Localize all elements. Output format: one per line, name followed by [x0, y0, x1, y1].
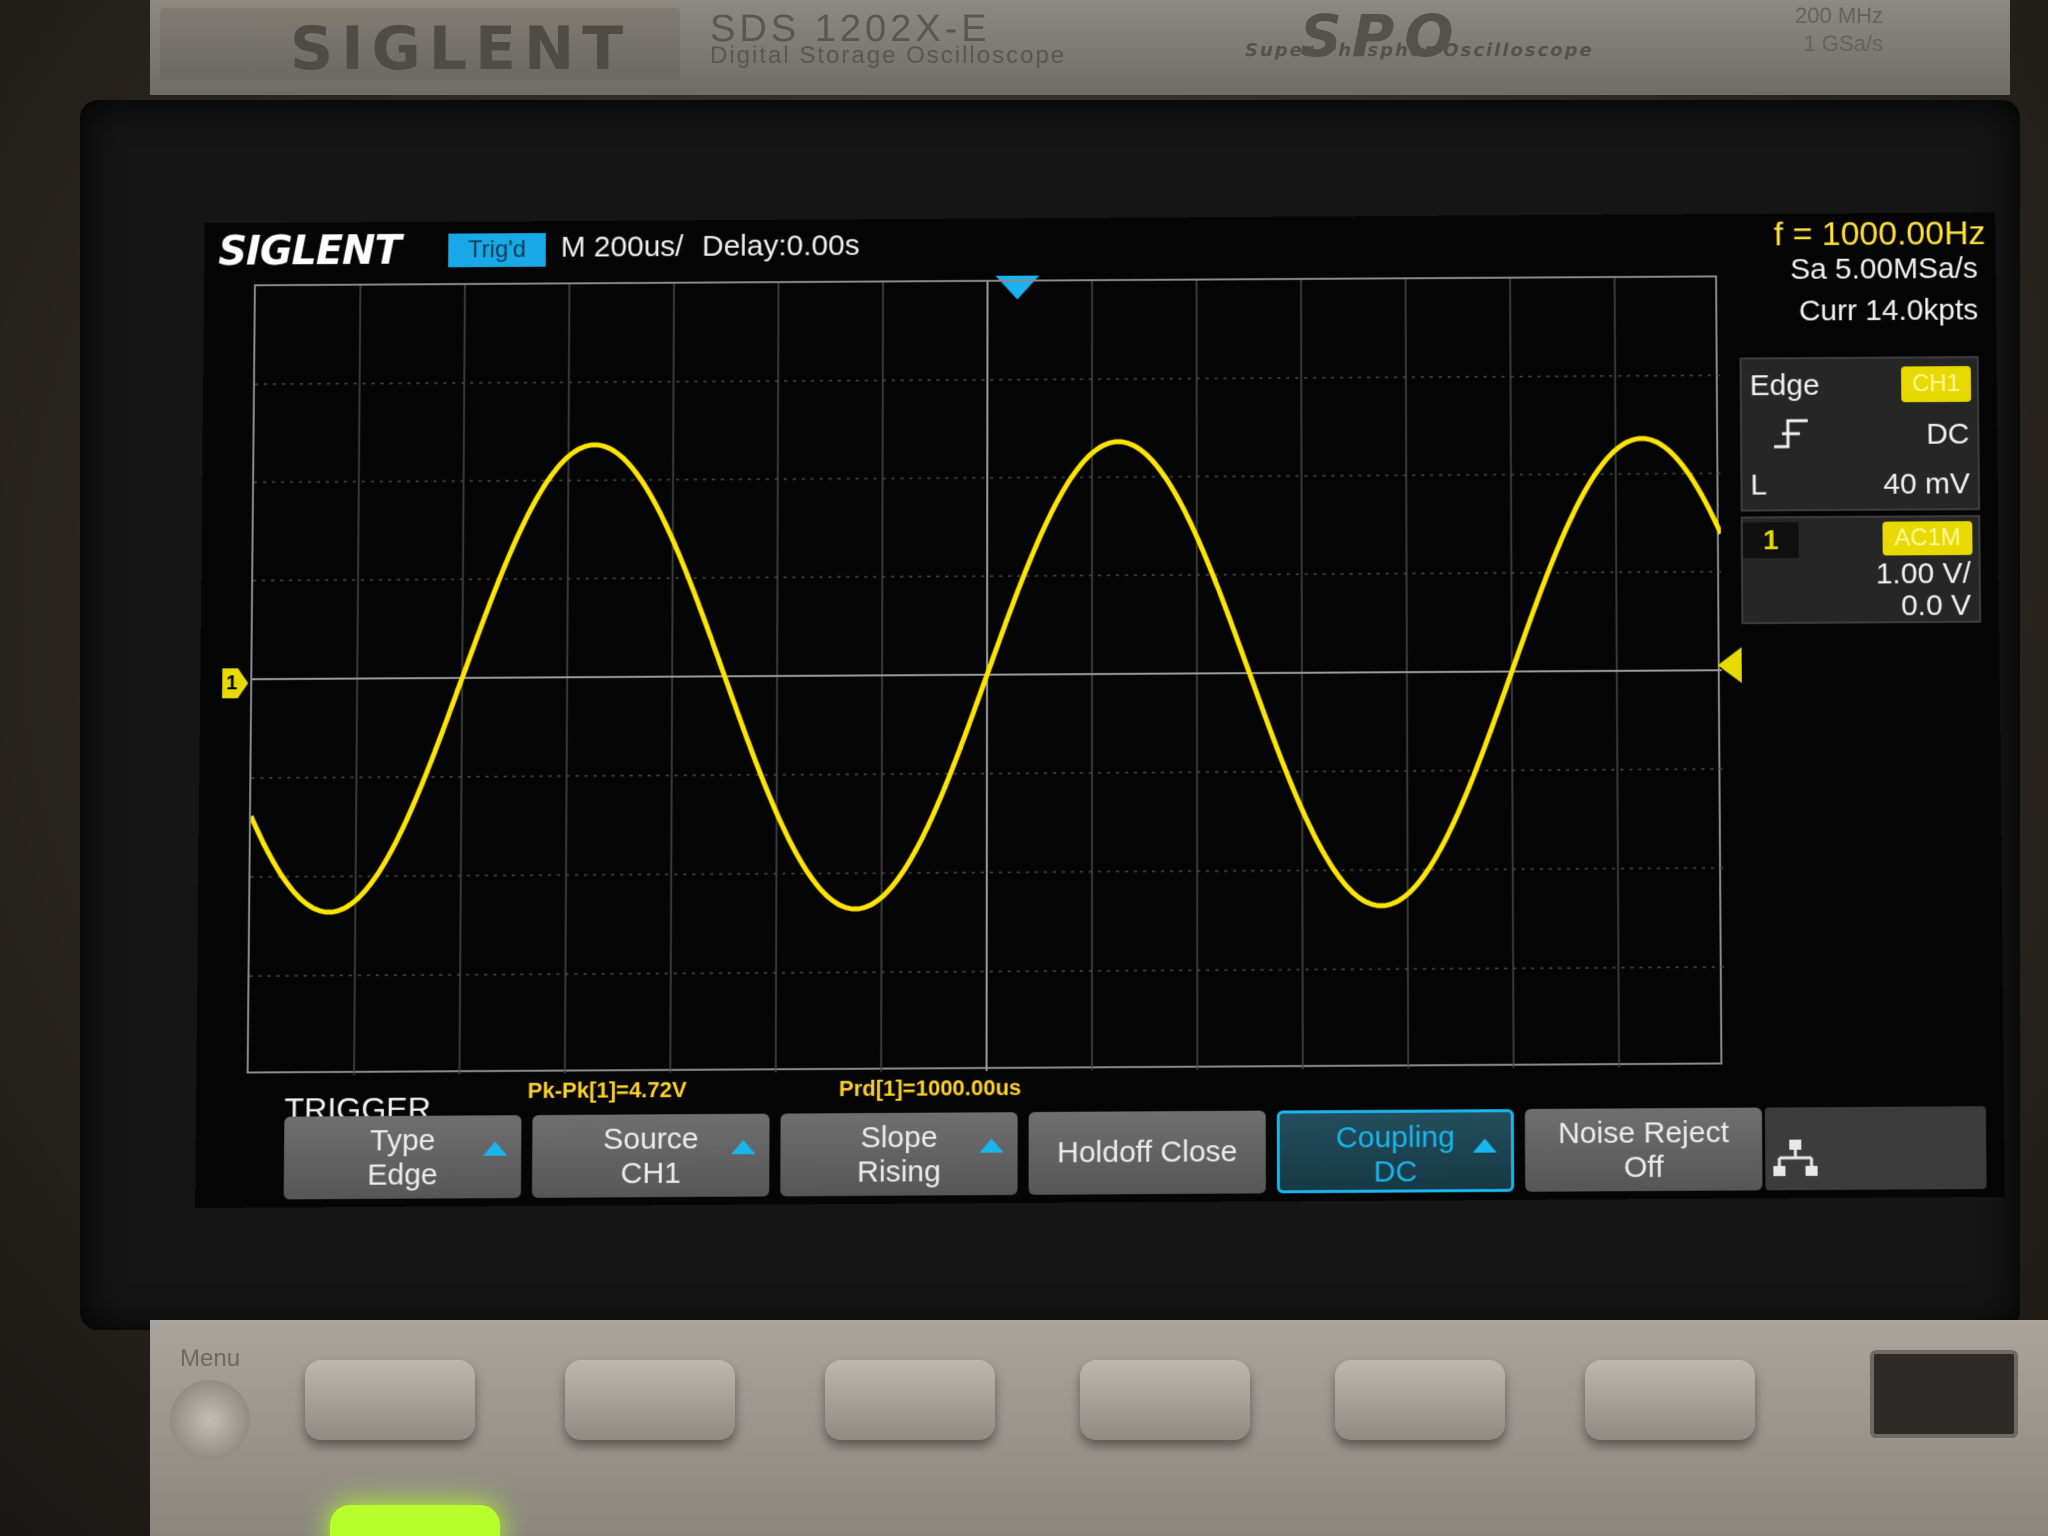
memory-depth-readout: Curr 14.0kpts	[1798, 293, 1979, 328]
menu-button-2[interactable]: Source CH1	[531, 1113, 770, 1198]
menu-button-value: DC	[1373, 1155, 1418, 1189]
waveform-grid	[246, 275, 1725, 1075]
softkey-4[interactable]	[1080, 1360, 1250, 1440]
channel-scale: 1.00 V/	[1875, 556, 1971, 591]
menu-button-value: CH1	[620, 1156, 681, 1191]
graticule-vline	[354, 286, 360, 1075]
period-measurement: Prd[1]=1000.00us	[838, 1074, 1022, 1102]
trigger-coupling-label: DC	[1926, 417, 1970, 451]
softkey-2[interactable]	[565, 1360, 735, 1440]
graticule-vline	[1197, 281, 1198, 1070]
softkey-1[interactable]	[305, 1360, 475, 1440]
spo-subtitle: Super Phosphor Oscilloscope	[1245, 40, 1594, 61]
trigger-type-label: Edge	[1749, 368, 1820, 403]
sample-rate-spec: 1 GSa/s	[1803, 31, 1884, 56]
knob-adjust-icon	[1472, 1138, 1497, 1153]
screen-logo: SIGLENT	[218, 227, 401, 275]
trigger-level-value: 40 mV	[1883, 467, 1971, 501]
sample-rate-readout: Sa 5.00MSa/s	[1790, 252, 1978, 286]
graticule-vline	[670, 284, 674, 1073]
menu-button-label: Noise Reject	[1557, 1115, 1730, 1151]
photo: SIGLENT SDS 1202X-E Digital Storage Osci…	[0, 0, 2048, 1536]
menu-button-3[interactable]: Slope Rising	[780, 1112, 1018, 1197]
trigger-info-box[interactable]: Edge CH1 DC L 40 mV	[1739, 356, 1981, 512]
delay-readout: Delay:0.00s	[701, 229, 860, 263]
knob-adjust-icon	[731, 1139, 756, 1155]
graticule-vline	[881, 282, 883, 1071]
graticule-vline	[1615, 278, 1619, 1067]
channel-number: 1	[1742, 522, 1799, 559]
menu-button-value: Off	[1623, 1150, 1664, 1185]
softkey-6[interactable]	[1585, 1360, 1755, 1440]
pk-pk-measurement: Pk-Pk[1]=4.72V	[527, 1076, 687, 1104]
knob-adjust-icon	[482, 1141, 508, 1156]
graticule-vline	[1301, 280, 1303, 1069]
timebase-readout: M 200us/	[560, 230, 684, 264]
device-specs: 200 MHz 1 GSa/s	[1795, 2, 1883, 58]
menu-button-1[interactable]: Type Edge	[283, 1115, 522, 1200]
channel-coupling-badge: AC1M	[1882, 521, 1973, 556]
softkey-3[interactable]	[825, 1360, 995, 1440]
trigger-source-badge: CH1	[1901, 366, 1972, 403]
frequency-counter: f = 1000.00Hz	[1773, 214, 1986, 254]
menu-knob[interactable]	[170, 1380, 250, 1460]
channel1-info-box[interactable]: 1 AC1M 1.00 V/ 0.0 V	[1740, 515, 1982, 625]
usb-port	[1870, 1350, 2018, 1438]
bandwidth-spec: 200 MHz	[1795, 3, 1884, 28]
trigger-level-marker	[1717, 647, 1742, 684]
graticule-vline	[1406, 279, 1409, 1068]
graticule-vline	[565, 284, 570, 1073]
waveform-plot	[249, 277, 1725, 1075]
channel-offset: 0.0 V	[1900, 588, 1972, 623]
device-brand-logo: SIGLENT	[290, 14, 632, 84]
ch1-ground-marker: 1	[222, 668, 248, 698]
menu-button-value: Edge	[367, 1158, 438, 1192]
menu-button-value: Rising	[857, 1154, 941, 1189]
status-bar: SIGLENT Trig'd M 200us/ Delay:0.00s f = …	[204, 212, 1996, 280]
graticule-vline	[776, 283, 779, 1072]
menu-button-6[interactable]: Noise Reject Off	[1524, 1107, 1763, 1192]
power-indicator	[330, 1505, 500, 1536]
rising-edge-icon	[1772, 417, 1812, 459]
trigger-level-prefix: L	[1750, 468, 1768, 502]
menu-button-label: Holdoff Close	[1057, 1135, 1238, 1170]
trigger-status-badge: Trig'd	[448, 233, 546, 268]
knob-adjust-icon	[979, 1138, 1004, 1153]
device-model-subtitle: Digital Storage Oscilloscope	[710, 42, 1067, 69]
info-side-panel: Sa 5.00MSa/s Curr 14.0kpts Edge CH1 DC L…	[1739, 252, 1992, 671]
softkey-5[interactable]	[1335, 1360, 1505, 1440]
menu-hardware-label: Menu	[180, 1345, 241, 1372]
oscilloscope-screen: SIGLENT Trig'd M 200us/ Delay:0.00s f = …	[195, 212, 2005, 1209]
network-icon	[1764, 1106, 1987, 1191]
menu-button-4[interactable]: Holdoff Close	[1028, 1110, 1266, 1195]
menu-button-5[interactable]: Coupling DC	[1276, 1109, 1515, 1194]
